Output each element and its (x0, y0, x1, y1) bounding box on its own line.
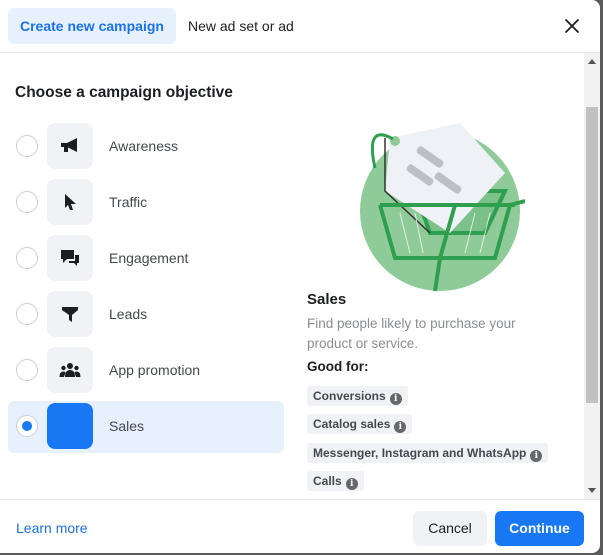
icon-box (47, 291, 93, 337)
tab-create-new-campaign[interactable]: Create new campaign (8, 8, 176, 44)
scroll-up-icon[interactable] (588, 59, 596, 64)
chip-label: Conversions (313, 389, 386, 403)
info-icon[interactable]: i (345, 478, 358, 490)
chip-messenger: Messenger, Instagram and WhatsApp i (307, 443, 549, 463)
objective-app-promotion[interactable]: App promotion (8, 345, 284, 397)
campaign-dialog: Create new campaign New ad set or ad Cho… (0, 0, 600, 553)
detail-description: Find people likely to purchase your prod… (307, 316, 516, 351)
info-icon[interactable]: i (394, 421, 407, 433)
info-icon[interactable]: i (389, 393, 402, 405)
scrollbar[interactable] (584, 53, 600, 499)
chip-catalog-sales: Catalog sales i (307, 414, 413, 434)
close-icon (565, 19, 579, 33)
radio-leads[interactable] (16, 303, 38, 325)
cancel-button[interactable]: Cancel (413, 511, 487, 546)
icon-box (47, 123, 93, 169)
objective-traffic[interactable]: Traffic (8, 177, 284, 229)
continue-button[interactable]: Continue (495, 511, 584, 546)
detail-title: Sales (307, 291, 347, 308)
radio-traffic[interactable] (16, 191, 38, 213)
sales-illustration (360, 123, 525, 292)
dialog-body: Choose a campaign objective Awareness Tr… (0, 53, 584, 499)
cursor-icon (65, 194, 76, 210)
scrollbar-thumb[interactable] (586, 107, 598, 403)
radio-sales[interactable] (16, 415, 38, 437)
objective-sales[interactable]: Sales (8, 401, 284, 453)
objective-label: App promotion (109, 362, 201, 378)
chip-label: Catalog sales (313, 417, 391, 431)
chip-calls: Calls i (307, 471, 364, 491)
chip-conversions: Conversions i (307, 386, 408, 406)
radio-engagement[interactable] (16, 247, 38, 269)
people-icon (59, 363, 81, 377)
chat-bubbles-icon (61, 250, 79, 266)
megaphone-icon (61, 138, 77, 152)
objective-label: Sales (109, 418, 145, 434)
objective-awareness[interactable]: Awareness (8, 121, 284, 173)
page-title: Choose a campaign objective (15, 84, 233, 101)
learn-more-link[interactable]: Learn more (16, 520, 88, 536)
objective-label: Awareness (109, 138, 179, 154)
scroll-down-icon[interactable] (588, 488, 596, 493)
radio-app-promotion[interactable] (16, 359, 38, 381)
tab-new-ad-set-or-ad[interactable]: New ad set or ad (176, 8, 306, 44)
icon-box (47, 403, 93, 449)
chip-label: Calls (313, 474, 342, 488)
objective-label: Engagement (109, 250, 189, 266)
radio-awareness[interactable] (16, 135, 38, 157)
objective-engagement[interactable]: Engagement (8, 233, 284, 285)
close-button[interactable] (560, 14, 584, 38)
objective-leads[interactable]: Leads (8, 289, 284, 341)
icon-box (47, 179, 93, 225)
dialog-header: Create new campaign New ad set or ad (0, 0, 600, 53)
chip-label: Messenger, Instagram and WhatsApp (313, 446, 527, 460)
icon-box (47, 347, 93, 393)
funnel-icon (62, 307, 78, 322)
objective-label: Traffic (109, 194, 148, 210)
objective-label: Leads (109, 306, 148, 322)
info-icon[interactable]: i (530, 450, 543, 462)
good-for-label: Good for: (307, 359, 369, 374)
dialog-footer: Learn more Cancel Continue (0, 499, 600, 553)
icon-box (47, 235, 93, 281)
